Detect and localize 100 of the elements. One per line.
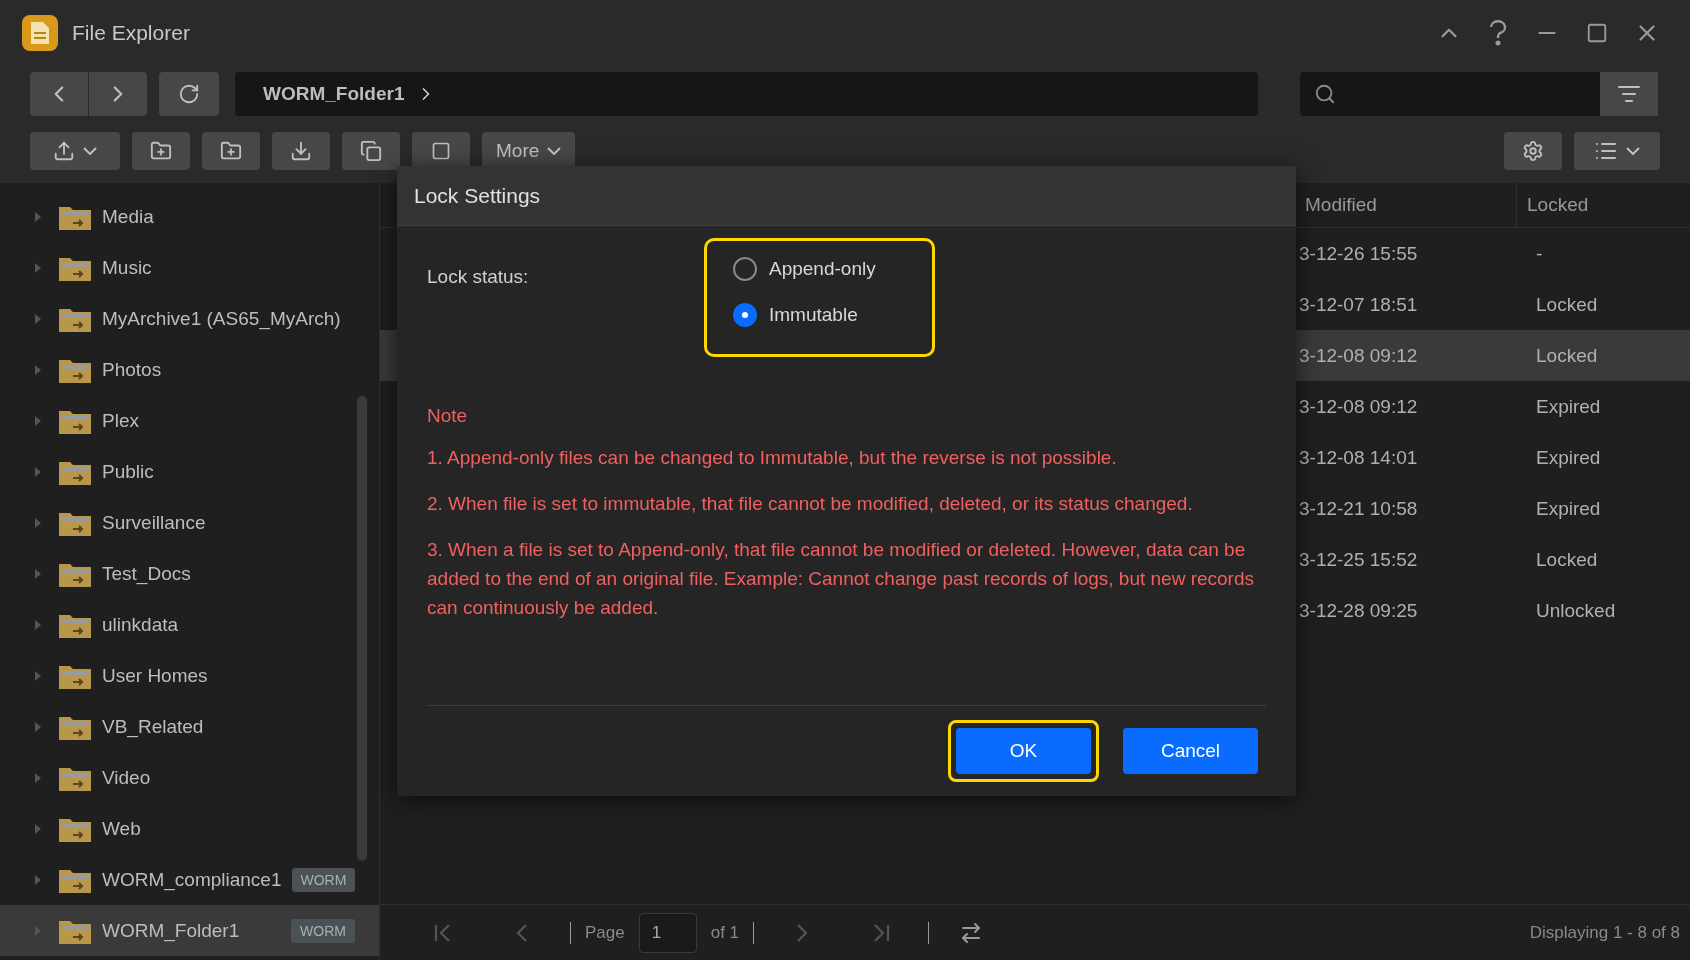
sidebar-item[interactable]: Test_Docs bbox=[0, 548, 379, 599]
table-cell-text: Unlocked bbox=[1535, 598, 1617, 623]
folder-label: Music bbox=[102, 256, 153, 279]
radio-label: Append-only bbox=[769, 258, 876, 280]
expand-caret-icon[interactable] bbox=[34, 771, 42, 784]
refresh-button[interactable] bbox=[159, 72, 219, 116]
table-cell-text: 3-12-28 09:25 bbox=[1299, 598, 1419, 623]
sidebar-item[interactable]: Media bbox=[0, 191, 379, 242]
table-cell-text: Expired bbox=[1535, 394, 1602, 419]
sidebar-item[interactable]: Plex bbox=[0, 395, 379, 446]
breadcrumb-link[interactable]: WORM_Folder1 bbox=[263, 83, 405, 105]
table-cell-text: 3-12-08 14:01 bbox=[1299, 445, 1419, 470]
radio-icon[interactable] bbox=[733, 257, 757, 281]
ok-button[interactable]: OK bbox=[956, 728, 1091, 774]
caret-icon bbox=[1626, 146, 1640, 155]
view-button[interactable] bbox=[1574, 131, 1660, 170]
folder-label: User Homes bbox=[102, 664, 209, 687]
expand-caret-icon[interactable] bbox=[34, 720, 42, 733]
folder-label: Photos bbox=[102, 358, 163, 381]
sidebar-item[interactable]: User Homes bbox=[0, 650, 379, 701]
expand-caret-icon[interactable] bbox=[34, 822, 42, 835]
expand-caret-icon[interactable] bbox=[34, 516, 42, 529]
column-header[interactable]: Modified bbox=[1299, 183, 1516, 227]
note-text: 3. When a file is set to Append-only, that file cannot be modified or deleted. However, data can be added to the end of an original file. Example: Cannot change past records of logs, but new records can continuously be added. bbox=[427, 538, 1255, 620]
folder-label: Media bbox=[102, 205, 155, 228]
forward-button[interactable] bbox=[89, 72, 147, 116]
scrollbar-thumb[interactable] bbox=[357, 396, 367, 861]
caret-icon bbox=[83, 146, 97, 155]
expand-caret-icon[interactable] bbox=[34, 261, 42, 274]
upload-icon bbox=[53, 139, 75, 162]
expand-caret-icon[interactable] bbox=[34, 363, 42, 376]
folder-label: Web bbox=[102, 817, 142, 840]
sidebar-item[interactable]: Public bbox=[0, 446, 379, 497]
table-cell-text: Expired bbox=[1535, 445, 1602, 470]
folder-label: Plex bbox=[102, 409, 140, 432]
sidebar-item[interactable]: WORM_Folder1 WORM bbox=[0, 905, 379, 956]
folder-label: WORM_Folder1 bbox=[102, 919, 241, 942]
folder-label: Test_Docs bbox=[102, 562, 192, 585]
table-cell-text: Expired bbox=[1535, 496, 1602, 521]
back-button[interactable] bbox=[30, 72, 88, 116]
folder-label: MyArchive1 (AS65_MyArch) bbox=[102, 307, 342, 330]
copy-button[interactable] bbox=[342, 131, 400, 170]
table-cell-text: Locked bbox=[1535, 343, 1599, 368]
page-count: of 1 bbox=[710, 922, 740, 943]
folder-label: Surveillance bbox=[102, 511, 207, 534]
expand-caret-icon[interactable] bbox=[34, 210, 42, 223]
settings-icon bbox=[1522, 139, 1544, 162]
expand-caret-icon[interactable] bbox=[34, 873, 42, 886]
folder-plus-icon bbox=[220, 139, 242, 162]
expand-caret-icon[interactable] bbox=[34, 924, 42, 937]
sidebar-item[interactable]: VB_Related bbox=[0, 701, 379, 752]
expand-caret-icon[interactable] bbox=[34, 618, 42, 631]
window-title: File Explorer bbox=[72, 21, 191, 45]
radio-icon[interactable] bbox=[733, 303, 757, 327]
sidebar-item[interactable]: MyArchive1 (AS65_MyArch) bbox=[0, 293, 379, 344]
column-header[interactable]: Locked bbox=[1516, 183, 1690, 227]
expand-caret-icon[interactable] bbox=[34, 312, 42, 325]
table-cell-text: 3-12-08 09:12 bbox=[1299, 394, 1419, 419]
radio-label: Immutable bbox=[769, 304, 858, 326]
table-cell-text: - bbox=[1535, 241, 1544, 266]
settings-button[interactable] bbox=[1504, 131, 1562, 170]
note-title: Note bbox=[427, 405, 469, 427]
sidebar-item[interactable]: Video bbox=[0, 752, 379, 803]
field-label: Lock status: bbox=[427, 265, 530, 288]
worm-tag: WORM bbox=[291, 867, 356, 892]
folder-label: Public bbox=[102, 460, 155, 483]
sidebar-item[interactable]: Music bbox=[0, 242, 379, 293]
cancel-button[interactable]: Cancel bbox=[1123, 728, 1258, 774]
sidebar-item[interactable]: Surveillance bbox=[0, 497, 379, 548]
dialog-title: Lock Settings bbox=[414, 183, 541, 208]
table-cell-text: 3-12-25 15:52 bbox=[1299, 547, 1419, 572]
table-cell-text: 3-12-07 18:51 bbox=[1299, 292, 1419, 317]
download-icon bbox=[290, 139, 312, 162]
search-field[interactable] bbox=[1300, 72, 1600, 116]
maximize-icon[interactable] bbox=[1586, 22, 1608, 44]
expand-caret-icon[interactable] bbox=[34, 465, 42, 478]
page-input[interactable]: 1 bbox=[638, 912, 697, 953]
radio-option[interactable]: Append-only bbox=[733, 253, 932, 285]
table-cell-text: 3-12-21 10:58 bbox=[1299, 496, 1419, 521]
copy-icon bbox=[360, 139, 382, 162]
upload-button[interactable] bbox=[30, 131, 120, 170]
display-summary: Displaying 1 - 8 of 8 bbox=[1529, 922, 1680, 943]
folder-label: WORM_compliance1 bbox=[102, 868, 282, 891]
download-button[interactable] bbox=[272, 131, 330, 170]
folder-label: VB_Related bbox=[102, 715, 205, 738]
worm-tag: WORM bbox=[291, 918, 355, 943]
expand-caret-icon[interactable] bbox=[34, 567, 42, 580]
sidebar-item[interactable]: Photos bbox=[0, 344, 379, 395]
folder-label: Video bbox=[102, 766, 152, 789]
expand-caret-icon[interactable] bbox=[34, 414, 42, 427]
add-folder-button[interactable] bbox=[202, 131, 260, 170]
sidebar-item[interactable]: Web bbox=[0, 803, 379, 854]
help-icon[interactable] bbox=[1488, 20, 1508, 46]
sidebar-item[interactable]: WORM_compliance1 WORM bbox=[0, 854, 379, 905]
expand-caret-icon[interactable] bbox=[34, 669, 42, 682]
radio-option[interactable]: Immutable bbox=[733, 299, 932, 331]
new-folder-button[interactable] bbox=[132, 131, 190, 170]
note-text: 1. Append-only files can be changed to Immutable, but the reverse is not possible. bbox=[427, 446, 1118, 470]
filter-button[interactable] bbox=[1600, 72, 1658, 116]
sidebar-item[interactable]: ulinkdata bbox=[0, 599, 379, 650]
